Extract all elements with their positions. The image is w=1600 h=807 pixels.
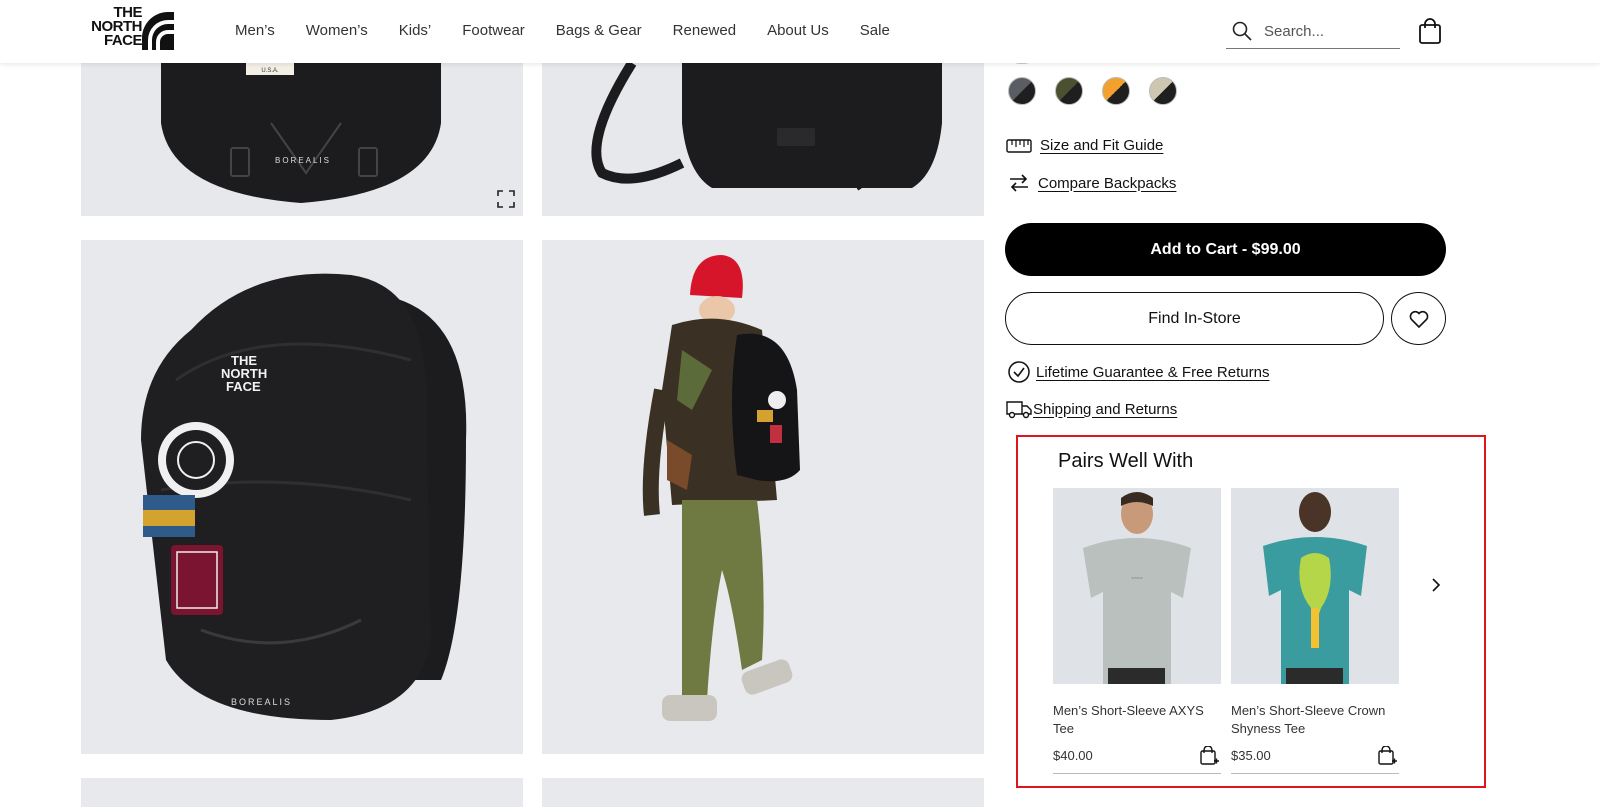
find-in-store-button[interactable]: Find In-Store xyxy=(1005,292,1384,345)
nav-kids[interactable]: Kids’ xyxy=(399,22,432,39)
wishlist-button[interactable] xyxy=(1391,292,1446,345)
chevron-right-icon[interactable] xyxy=(1426,575,1446,595)
color-swatch-swatch-1[interactable] xyxy=(1008,77,1036,105)
tee-model-back-image xyxy=(1231,488,1399,684)
expand-icon[interactable] xyxy=(497,190,515,208)
product-card-price: $35.00 xyxy=(1231,748,1271,763)
nav-mens[interactable]: Men’s xyxy=(235,22,275,39)
backpack-front-image: THE NORTH FACE BOREALIS xyxy=(81,240,523,754)
product-card[interactable]: ~~~~ Men’s Short-Sleeve AXYS Tee $40.00 xyxy=(1053,488,1221,774)
color-swatch-swatch-4[interactable] xyxy=(1149,77,1177,105)
search-icon[interactable] xyxy=(1232,21,1252,41)
product-photo-5[interactable] xyxy=(81,778,523,807)
compare-backpacks-label: Compare Backpacks xyxy=(1038,174,1177,192)
product-card-name[interactable]: Men’s Short-Sleeve Crown Shyness Tee xyxy=(1231,702,1399,738)
backpack-bottom-image: U.S.A. BOREALIS xyxy=(81,63,523,216)
svg-text:FACE: FACE xyxy=(226,379,261,394)
size-fit-guide-link[interactable]: Size and Fit Guide xyxy=(1006,137,1163,154)
color-swatches xyxy=(1008,77,1177,105)
logo-line-3: FACE xyxy=(103,32,143,49)
site-header: THE NORTH FACE Men’s Women’s Kids’ Footw… xyxy=(0,0,1600,63)
svg-text:U.S.A.: U.S.A. xyxy=(261,68,279,74)
svg-text:BOREALIS: BOREALIS xyxy=(275,156,331,165)
heart-icon xyxy=(1409,310,1429,328)
nav-womens[interactable]: Women’s xyxy=(306,22,368,39)
product-photo-4[interactable] xyxy=(542,240,984,754)
product-card-name[interactable]: Men’s Short-Sleeve AXYS Tee xyxy=(1053,702,1221,738)
nav-sale[interactable]: Sale xyxy=(860,22,890,39)
product-photo-6[interactable] xyxy=(542,778,984,807)
lifetime-guarantee-link[interactable]: Lifetime Guarantee & Free Returns xyxy=(1008,361,1269,383)
tee-model-front-image: ~~~~ xyxy=(1053,488,1221,684)
logo-wordmark: THE NORTH FACE xyxy=(80,5,143,49)
shipping-returns-label: Shipping and Returns xyxy=(1033,400,1178,418)
product-photo-2[interactable] xyxy=(542,63,984,216)
the-north-face-logo[interactable]: THE NORTH FACE xyxy=(80,5,174,52)
nav-renewed[interactable]: Renewed xyxy=(673,22,736,39)
nav-footwear[interactable]: Footwear xyxy=(462,22,525,39)
color-swatch-swatch-3[interactable] xyxy=(1102,77,1130,105)
product-photo-3[interactable]: THE NORTH FACE BOREALIS xyxy=(81,240,523,754)
search-input[interactable] xyxy=(1264,20,1394,42)
shipping-returns-link[interactable]: Shipping and Returns xyxy=(1005,399,1177,419)
product-card[interactable]: Men’s Short-Sleeve Crown Shyness Tee $35… xyxy=(1231,488,1399,774)
lifetime-guarantee-label: Lifetime Guarantee & Free Returns xyxy=(1036,363,1270,381)
model-wearing-backpack-image xyxy=(542,240,984,754)
main-nav: Men’s Women’s Kids’ Footwear Bags & Gear… xyxy=(235,22,921,39)
card-divider xyxy=(1231,773,1399,774)
product-card-image[interactable]: ~~~~ xyxy=(1053,488,1221,684)
pairs-well-with-section: Pairs Well With ~~~~ Men’s Short-Sleeve … xyxy=(1016,435,1486,788)
svg-text:~~~~: ~~~~ xyxy=(1131,576,1143,582)
product-photo-1[interactable]: U.S.A. BOREALIS xyxy=(81,63,523,216)
svg-text:BOREALIS: BOREALIS xyxy=(231,697,292,707)
size-fit-guide-label: Size and Fit Guide xyxy=(1040,137,1164,154)
backpack-back-image xyxy=(542,63,984,216)
product-card-price: $40.00 xyxy=(1053,748,1093,763)
color-swatch-swatch-2[interactable] xyxy=(1055,77,1083,105)
compare-backpacks-link[interactable]: Compare Backpacks xyxy=(1008,173,1176,193)
add-to-cart-button[interactable]: Add to Cart - $99.00 xyxy=(1005,223,1446,276)
card-divider xyxy=(1053,773,1221,774)
pairs-title: Pairs Well With xyxy=(1058,450,1194,472)
check-circle-icon xyxy=(1008,361,1030,383)
swap-arrows-icon xyxy=(1010,174,1028,192)
nav-bags-gear[interactable]: Bags & Gear xyxy=(556,22,642,39)
product-card-image[interactable] xyxy=(1231,488,1399,684)
half-dome-icon xyxy=(142,12,174,50)
nav-about-us[interactable]: About Us xyxy=(767,22,829,39)
shopping-bag-icon[interactable] xyxy=(1418,18,1442,44)
truck-icon xyxy=(1006,401,1032,419)
search-box xyxy=(1226,18,1400,49)
add-to-bag-icon[interactable] xyxy=(1377,746,1397,766)
add-to-bag-icon[interactable] xyxy=(1199,746,1219,766)
ruler-icon xyxy=(1006,138,1032,153)
